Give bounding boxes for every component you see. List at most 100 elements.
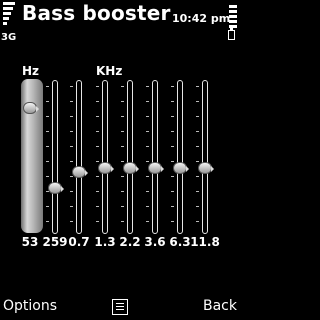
slider-tick [96,146,99,147]
back-softkey[interactable]: Back [203,298,237,314]
slider-tick [196,221,199,222]
slider-tick [121,176,124,177]
khz-label: KHz [96,64,123,78]
eq-slider-band-5[interactable] [118,78,142,238]
slider-tick [171,161,174,162]
slider-tick [70,161,73,162]
slider-tick [121,86,124,87]
slider-tick [171,146,174,147]
slider-tick [121,146,124,147]
clock: 10:42 pm [172,12,231,25]
slider-tick [121,161,124,162]
slider-tick [96,221,99,222]
equalizer [0,78,240,238]
slider-tick [46,221,49,222]
signal-bars-icon [3,2,15,32]
options-softkey[interactable]: Options [3,298,57,314]
slider-track[interactable] [127,80,133,234]
page-title: Bass booster [22,1,171,25]
slider-tick [196,86,199,87]
slider-knob[interactable] [98,161,114,174]
eq-slider-band-4[interactable] [93,78,117,238]
slider-knob[interactable] [148,161,164,174]
slider-tick [70,86,73,87]
slider-tick [70,221,73,222]
slider-tick [171,116,174,117]
slider-tick [70,206,73,207]
slider-tick [46,101,49,102]
slider-tick [146,161,149,162]
slider-knob[interactable] [23,101,39,114]
slider-knob[interactable] [48,181,64,194]
slider-knob[interactable] [72,166,88,179]
slider-tick [70,176,73,177]
slider-tick [96,161,99,162]
slider-tick [121,131,124,132]
menu-icon[interactable] [112,299,128,315]
slider-tick [121,116,124,117]
slider-tick [146,176,149,177]
slider-tick [146,206,149,207]
slider-track[interactable] [52,80,58,234]
eq-slider-band-8[interactable] [193,78,217,238]
slider-tick [46,146,49,147]
slider-tick [196,176,199,177]
eq-slider-band-1[interactable] [18,78,42,238]
slider-tick [96,86,99,87]
slider-tick [70,131,73,132]
slider-tick [146,131,149,132]
softkey-bar: Options Back [0,296,240,320]
slider-tick [171,206,174,207]
slider-tick [196,116,199,117]
slider-tick [171,131,174,132]
slider-tick [196,206,199,207]
slider-tick [46,116,49,117]
band-frequency-label: 11.8 [190,235,220,249]
slider-tick [171,101,174,102]
slider-tick [96,206,99,207]
slider-track[interactable] [202,80,208,234]
slider-track[interactable] [177,80,183,234]
slider-tick [46,131,49,132]
battery-icon [228,28,235,40]
slider-tick [146,146,149,147]
slider-tick [196,131,199,132]
slider-tick [46,86,49,87]
slider-tick [146,191,149,192]
slider-tick [46,206,49,207]
slider-track[interactable] [152,80,158,234]
slider-tick [146,86,149,87]
slider-tick [70,101,73,102]
slider-tick [196,146,199,147]
slider-tick [96,176,99,177]
slider-tick [171,86,174,87]
eq-slider-band-6[interactable] [143,78,167,238]
eq-slider-band-2[interactable] [43,78,67,238]
slider-tick [121,206,124,207]
eq-slider-band-7[interactable] [168,78,192,238]
network-type: 3G [1,32,17,43]
slider-knob[interactable] [173,161,189,174]
slider-tick [171,191,174,192]
status-bar: 3G Bass booster 10:42 pm [0,0,240,44]
slider-tick [171,176,174,177]
slider-tick [96,101,99,102]
slider-track[interactable] [76,80,82,234]
slider-tick [146,101,149,102]
slider-track[interactable] [102,80,108,234]
slider-tick [70,191,73,192]
slider-tick [146,221,149,222]
slider-tick [70,146,73,147]
slider-tick [70,116,73,117]
slider-tick [196,191,199,192]
slider-knob[interactable] [123,161,139,174]
eq-slider-band-3[interactable] [67,78,91,238]
slider-tick [146,116,149,117]
hz-label: Hz [22,64,40,78]
slider-knob[interactable] [198,161,214,174]
slider-tick [46,161,49,162]
slider-tick [121,101,124,102]
slider-tick [196,101,199,102]
slider-tick [171,221,174,222]
slider-tick [121,191,124,192]
